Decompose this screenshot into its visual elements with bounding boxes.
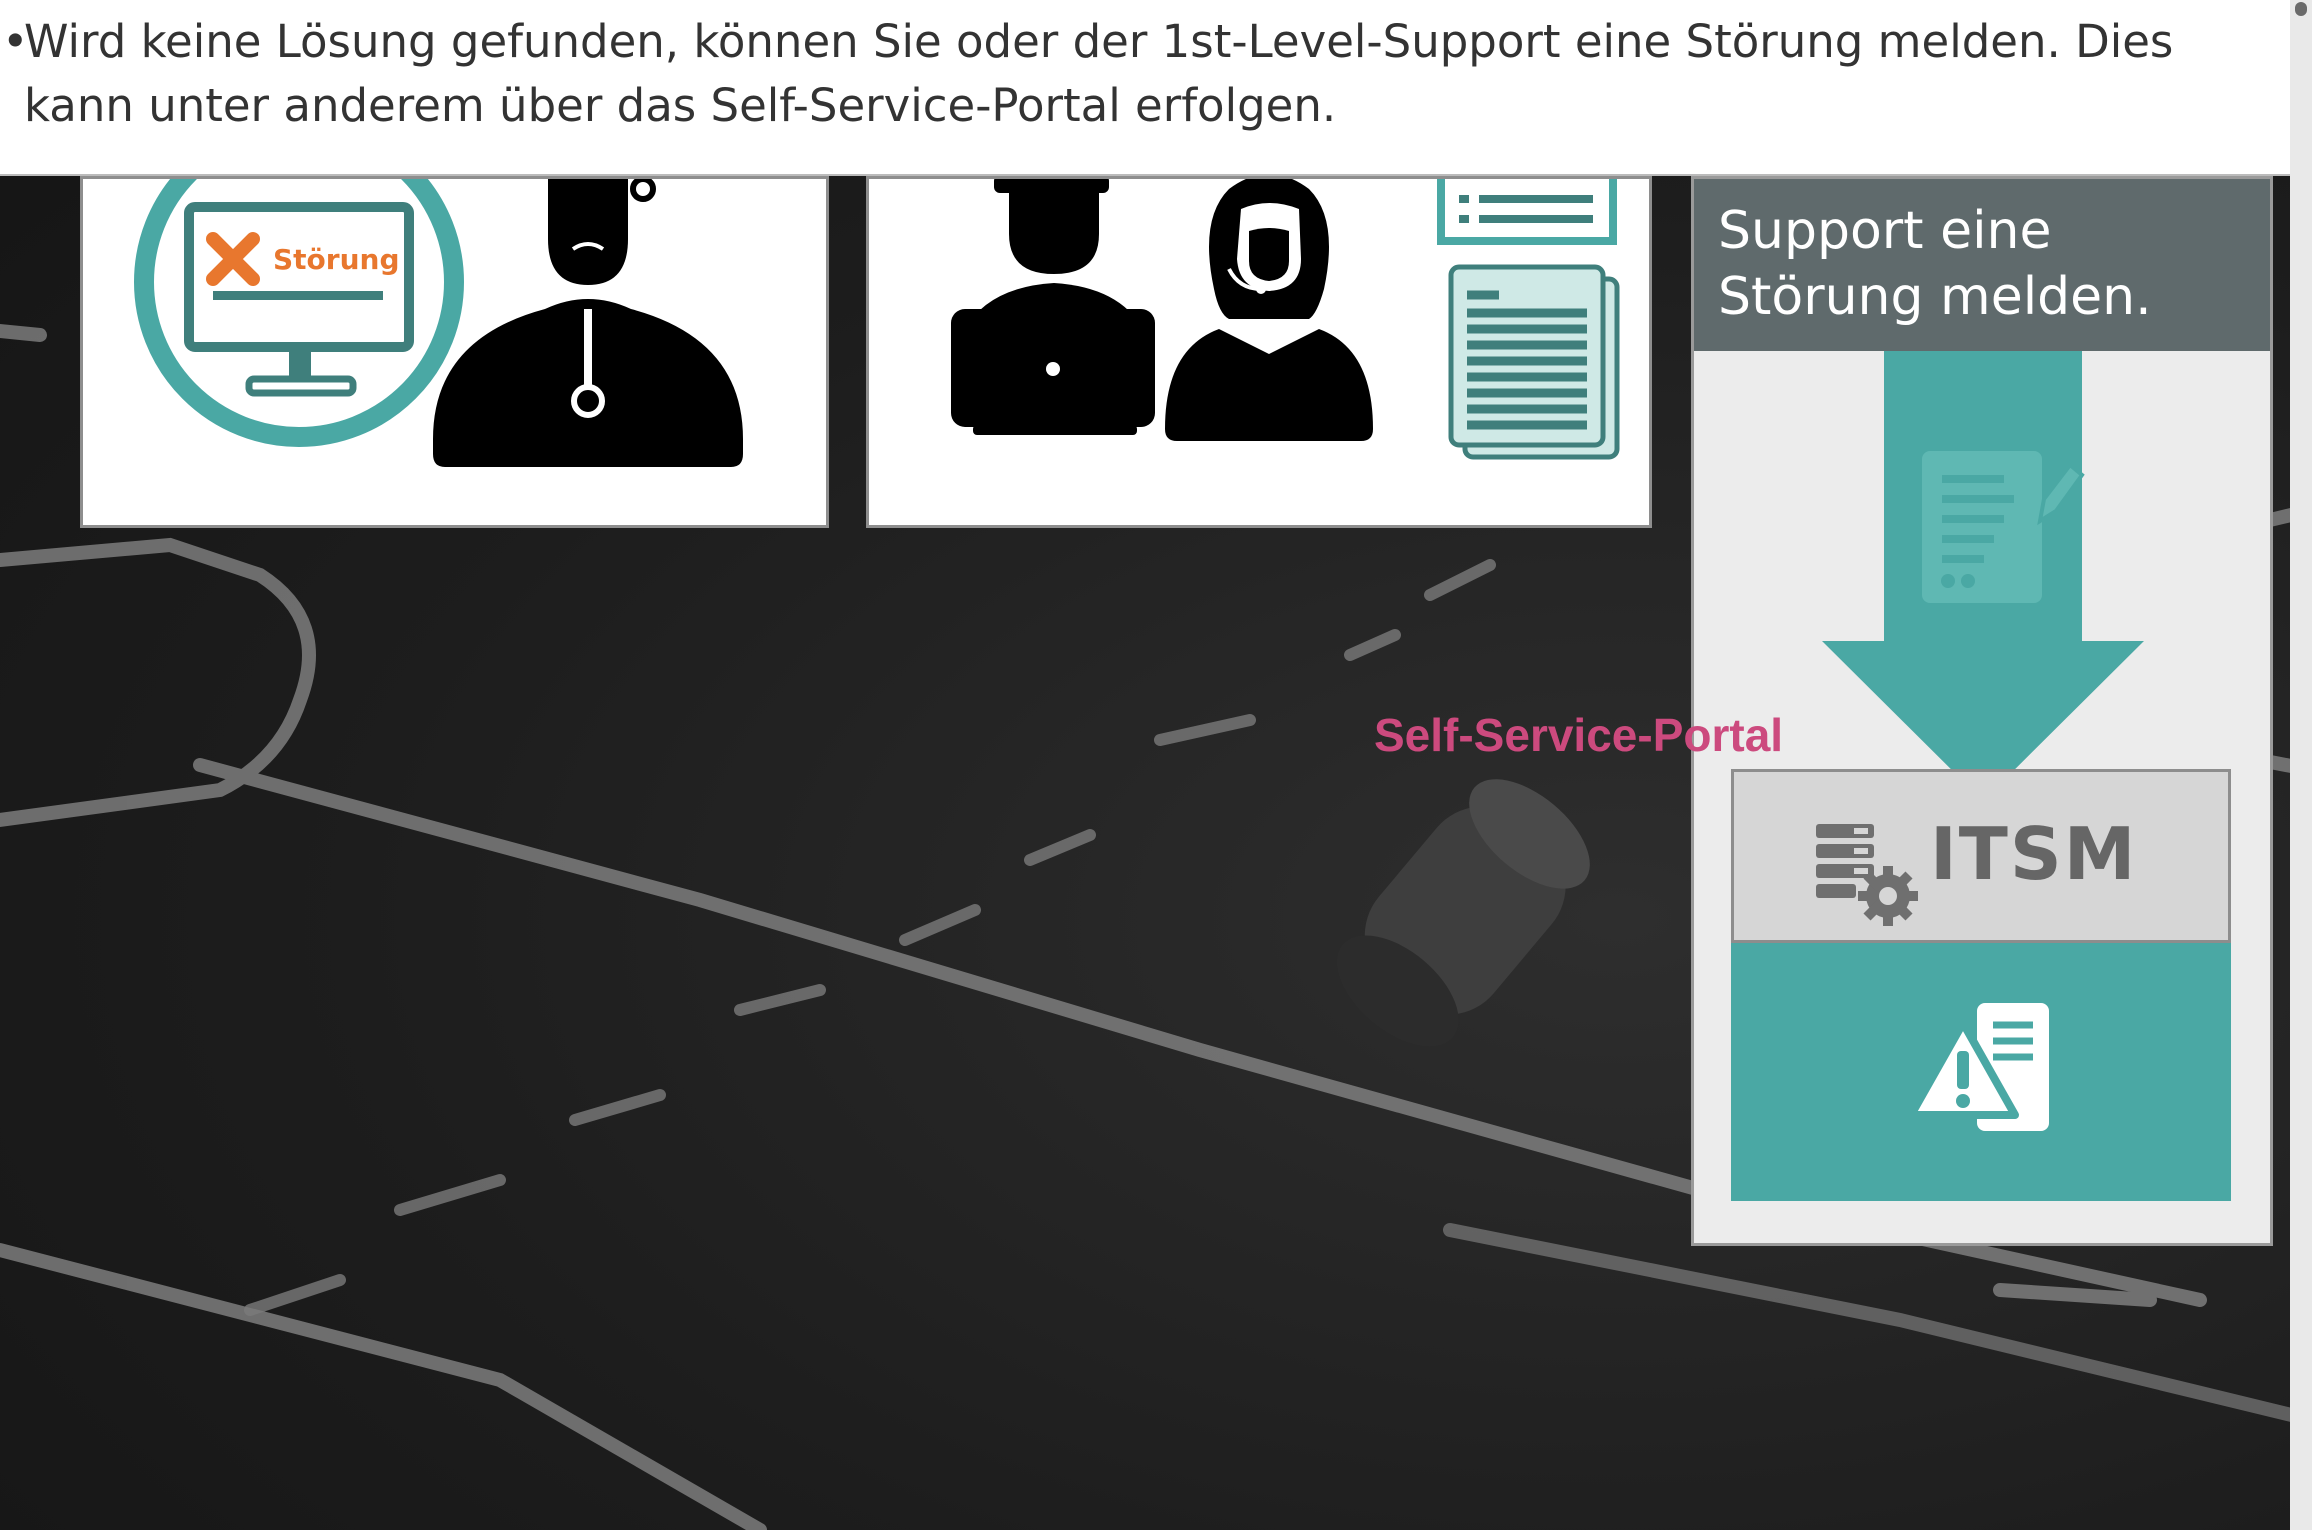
caption-line-1: Wird keine Lösung gefunden, können Sie o… bbox=[24, 15, 2174, 68]
warning-server-icon bbox=[1907, 1003, 2049, 1131]
doctor-icon bbox=[433, 179, 743, 467]
monitor-error-icon bbox=[134, 179, 464, 447]
itsm-system-box: ITSM bbox=[1731, 769, 2231, 943]
monitor-error-label: Störung bbox=[273, 243, 400, 276]
vertical-scrollbar[interactable] bbox=[2290, 0, 2312, 1530]
card-support-contact bbox=[866, 176, 1652, 528]
card-support-contact-graphics bbox=[951, 179, 1620, 460]
incident-record-box bbox=[1731, 943, 2231, 1201]
scrollbar-thumb[interactable] bbox=[2295, 2, 2307, 16]
user-laptop-icon bbox=[951, 179, 1155, 435]
caption-bullet: • bbox=[2, 15, 29, 68]
documents-icon bbox=[1437, 179, 1620, 460]
card-incident-user-graphics: Störung bbox=[134, 179, 743, 467]
itsm-label: ITSM bbox=[1930, 812, 2138, 896]
caption-line-2: kann unter anderem über das Self-Service… bbox=[24, 79, 1337, 132]
instruction-caption: • Wird keine Lösung gefunden, können Sie… bbox=[0, 0, 2290, 176]
support-agent-headset-icon bbox=[1165, 179, 1373, 441]
self-service-portal-label: Self-Service-Portal bbox=[1374, 709, 1784, 761]
card-incident-user: Störung bbox=[80, 176, 829, 528]
